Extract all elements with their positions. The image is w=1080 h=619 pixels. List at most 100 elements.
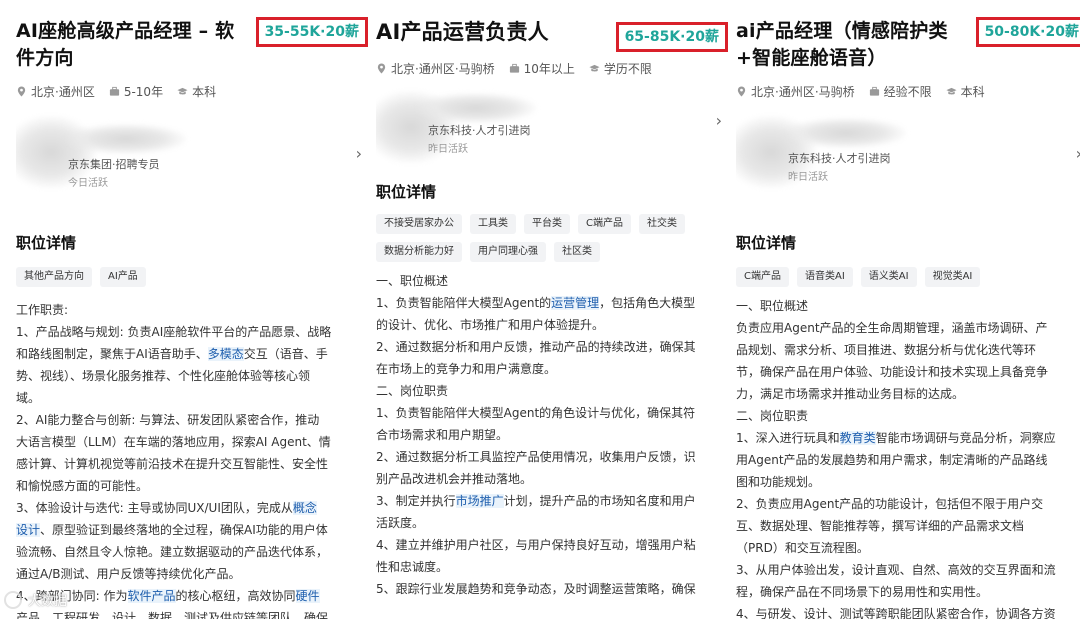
job-meta: 北京·通州区·马驹桥 经验不限 本科: [736, 82, 1080, 100]
education-text: 本科: [960, 84, 985, 99]
description-line: 用Agent产品的发展趋势和用户需求，制定清晰的产品路线: [736, 449, 1080, 471]
line-text: 1、产品战略与规划: 负责AI座舱软件平台的产品愿景、战略: [16, 325, 332, 339]
chevron-right-icon[interactable]: ›: [716, 111, 722, 130]
description-line: 性和忠诚度。: [376, 556, 728, 578]
tag-list: 不接受居家办公 工具类 平台类 C端产品 社交类 数据分析能力好 用户同理心强 社区类: [376, 214, 716, 262]
line-text: 2、AI能力整合与创新: 与算法、研发团队紧密合作，推动: [16, 413, 320, 427]
description-line: 5、跟踪行业发展趋势和竞争动态，及时调整运营策略，确保: [376, 578, 728, 600]
section-title: 职位详情: [736, 234, 797, 252]
highlighted-keyword[interactable]: 多模态: [207, 347, 244, 361]
description-line: 4、跨部门协同: 作为软件产品的核心枢纽，高效协同硬件: [16, 585, 368, 607]
description-line: 大语言模型（LLM）在车端的落地应用，探索AI Agent、情: [16, 431, 368, 453]
highlighted-keyword[interactable]: 市场推广: [455, 494, 504, 508]
education-text: 学历不限: [603, 61, 652, 76]
line-text: 负责应用Agent产品的全生命周期管理，涵盖市场调研、产: [736, 321, 1048, 335]
line-text: 域。: [16, 391, 41, 405]
description-line: 域。: [16, 387, 368, 409]
line-text: 1、深入进行玩具和: [736, 431, 840, 445]
highlighted-keyword[interactable]: 概念: [292, 501, 317, 515]
line-text: 的核心枢纽，高效协同: [175, 589, 296, 603]
description-line: 程，确保产品在不同场景下的易用性和实用性。: [736, 581, 1080, 603]
tag-0: 其他产品方向: [16, 267, 92, 287]
line-text: 品规划、需求分析、项目推进、数据分析与优化迭代等环: [736, 343, 1037, 357]
description-line: 4、与研发、设计、测试等跨职能团队紧密合作，协调各方资: [736, 603, 1080, 619]
recruiter-active-status: 昨日活跃: [788, 172, 828, 183]
highlighted-keyword[interactable]: 教育类: [839, 431, 876, 445]
description-line: 工作职责:: [16, 299, 368, 321]
line-text: 一、职位概述: [736, 299, 809, 313]
tag-1: AI产品: [100, 267, 146, 287]
description-line: 产品、工程研发、设计、数据、测试及供应链等团队，确保: [16, 607, 368, 619]
line-text: 大语言模型（LLM）在车端的落地应用，探索AI Agent、情: [16, 435, 331, 449]
job-card-1: 35-55K·20薪 AI座舱高级产品经理 – 软件方向 北京·通州区 5-10…: [16, 0, 368, 619]
description-line: 2、通过数据分析和用户反馈，推动产品的持续改进，确保其: [376, 336, 728, 358]
highlighted-keyword[interactable]: 运营管理: [551, 296, 600, 310]
tag-3: 视觉类AI: [924, 267, 981, 287]
line-text: 图和功能规划。: [736, 475, 821, 489]
line-text: 和愉悦感方面的可能性。: [16, 479, 149, 493]
tag-2: 平台类: [524, 214, 570, 234]
description-line: 1、负责智能陪伴大模型Agent的运营管理，包括角色大模型: [376, 292, 728, 314]
line-text: 程，确保产品在不同场景下的易用性和实用性。: [736, 585, 989, 599]
description-line: 通过A/B测试、用户反馈等持续优化产品。: [16, 563, 368, 585]
job-title: ai产品经理（情感陪护类+智能座舱语音）: [736, 20, 948, 69]
location-pin-icon: [17, 85, 26, 97]
description-line: 1、深入进行玩具和教育类智能市场调研与竞品分析，洞察应: [736, 427, 1080, 449]
recruiter-name-blurred: [66, 124, 186, 154]
description-line: 3、从用户体验出发，设计直观、自然、高效的交互界面和流: [736, 559, 1080, 581]
description-line: 验流畅、自然且令人惊艳。建立数据驱动的产品迭代体系，: [16, 541, 368, 563]
line-text: 在市场上的竞争力和用户满意度。: [376, 362, 557, 376]
line-text: 二、岗位职责: [376, 384, 449, 398]
recruiter-active-status: 昨日活跃: [428, 144, 468, 155]
line-text: 力，满足市场需求并推动业务目标的达成。: [736, 387, 965, 401]
salary-badge: 50-80K·20薪: [975, 17, 1080, 47]
tag-4: 社交类: [638, 214, 685, 234]
line-text: 智能市场调研与竞品分析，洞察应: [875, 431, 1056, 445]
line-text: 产品、工程研发、设计、数据、测试及供应链等团队，确保: [16, 611, 329, 619]
description-line: 负责应用Agent产品的全生命周期管理，涵盖市场调研、产: [736, 317, 1080, 339]
line-text: 别产品改进机会并推动落地。: [376, 472, 533, 486]
location-text: 北京·通州区·马驹桥: [751, 84, 855, 99]
tag-list: C端产品 语音类AI 语义类AI 视觉类AI: [736, 267, 1080, 287]
salary-badge: 35-55K·20薪: [255, 17, 368, 47]
education-text: 本科: [192, 84, 217, 99]
line-text: 2、通过数据分析工具监控产品使用情况，收集用户反馈，识: [376, 450, 696, 464]
description-line: 设计、原型验证到最终落地的全过程，确保AI功能的用户体: [16, 519, 368, 541]
location-pin-icon: [737, 85, 746, 97]
chevron-right-icon[interactable]: ›: [356, 144, 362, 163]
recruiter-card[interactable]: 京东科技·人才引进岗 昨日活跃 ›: [376, 89, 728, 169]
line-text: 合市场需求和用户期望。: [376, 428, 509, 442]
job-title: AI座舱高级产品经理 – 软件方向: [16, 20, 235, 69]
line-text: 二、岗位职责: [736, 409, 809, 423]
line-text: 感计算、计算机视觉等前沿技术在提升交互智能性、安全性: [16, 457, 329, 471]
graduation-cap-icon: [589, 64, 600, 71]
chevron-right-icon[interactable]: ›: [1076, 144, 1080, 163]
description-line: 2、AI能力整合与创新: 与算法、研发团队紧密合作，推动: [16, 409, 368, 431]
recruiter-company: 京东集团·招聘专员: [68, 158, 160, 171]
description-line: （PRD）和交互流程图。: [736, 537, 1080, 559]
watermark-text: 大数据: [28, 594, 68, 609]
line-text: 通过A/B测试、用户反馈等持续优化产品。: [16, 567, 241, 581]
recruiter-card[interactable]: 京东集团·招聘专员 今日活跃 ›: [16, 114, 368, 194]
line-text: 势、视线）、场景化服务推荐、个性化座舱体验等核心领: [16, 369, 311, 383]
highlighted-keyword[interactable]: 硬件: [295, 589, 320, 603]
job-meta: 北京·通州区 5-10年 本科: [16, 82, 368, 100]
description-line: 节，确保产品在用户体验、功能设计和技术实现上具备竞争: [736, 361, 1080, 383]
graduation-cap-icon: [177, 87, 188, 94]
location-pin-icon: [377, 62, 386, 74]
highlighted-keyword[interactable]: 设计: [16, 523, 41, 537]
description-line: 4、建立并维护用户社区，与用户保持良好互动，增强用户粘: [376, 534, 728, 556]
line-text: 5、跟踪行业发展趋势和竞争动态，及时调整运营策略，确保: [376, 582, 696, 596]
description-line: 互、数据处理、智能推荐等，撰写详细的产品需求文档: [736, 515, 1080, 537]
description-line: 和路线图制定，聚焦于AI语音助手、多模态交互（语音、手: [16, 343, 368, 365]
highlighted-keyword[interactable]: 软件产品: [127, 589, 176, 603]
tag-6: 用户同理心强: [470, 242, 546, 262]
job-description: 一、职位概述负责应用Agent产品的全生命周期管理，涵盖市场调研、产 品规划、需求…: [736, 295, 1080, 619]
tag-2: 语义类AI: [860, 267, 917, 287]
recruiter-card[interactable]: 京东科技·人才引进岗 昨日活跃 ›: [736, 114, 1080, 194]
recruiter-company: 京东科技·人才引进岗: [788, 152, 891, 165]
description-line: 2、通过数据分析工具监控产品使用情况，收集用户反馈，识: [376, 446, 728, 468]
watermark-logo-icon: [4, 590, 22, 609]
description-line: 1、产品战略与规划: 负责AI座舱软件平台的产品愿景、战略: [16, 321, 368, 343]
description-line: 二、岗位职责: [376, 380, 728, 402]
